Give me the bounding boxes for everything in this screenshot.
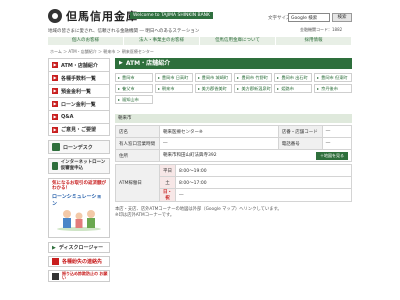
area-link[interactable]: 福知山市 (115, 95, 153, 104)
hours-day: 平日 (159, 164, 176, 177)
arrow-right-icon: ▶ (52, 114, 58, 120)
sidebar-item-label: ATM・店舗紹介 (61, 62, 98, 69)
disclosure-label: ディスクロージャー (58, 245, 104, 251)
store-name-label: 店名 (115, 125, 160, 138)
nav-recruit[interactable]: 採用情報 (276, 37, 352, 45)
page-title: ▶ ATM・店舗紹介 (115, 58, 352, 69)
hours-day: 土 (159, 176, 176, 189)
atm-hours-label: ATM稼働日 (115, 164, 160, 202)
address-cell: 朝来市和田山町法興寺392 ＋地図を見る (159, 149, 352, 162)
fraud-warning-label: 振り込め詐欺防止の お願い (62, 270, 108, 280)
arrow-right-icon: ▶ (52, 62, 58, 68)
sidebar: ▶ ATM・店舗紹介 ▶ 各種手数料一覧 ▶ 預金金利一覧 ▶ ローン金利一覧 ▶ Q&A… (48, 58, 110, 282)
search-button[interactable]: 検索 (332, 13, 352, 22)
store-info-table: 店名 朝来医療センター※ 店番・店舗コード ― 有人窓口営業時間 ― 電話番号 … (115, 125, 353, 162)
hours-time: ― (175, 188, 352, 202)
sidebar-item-fees[interactable]: ▶ 各種手数料一覧 (48, 71, 110, 84)
area-link[interactable]: 美方郡新温泉町 (234, 84, 273, 93)
area-link[interactable]: 朝来市 (154, 84, 193, 93)
area-link[interactable]: 豊岡市 (115, 73, 153, 82)
view-map-button[interactable]: ＋地図を見る (316, 151, 348, 160)
lost-contact-banner[interactable]: 各種紛失の連絡先 (48, 256, 110, 267)
arrow-right-icon: ▶ (52, 126, 58, 133)
staffed-hours-value: ― (159, 137, 279, 150)
area-link[interactable]: 姫路市 (274, 84, 313, 93)
atm-note: ※印は店外ATMコーナーです。 (115, 213, 175, 218)
loan-desk-banner[interactable]: ローンデスク (48, 140, 110, 154)
area-link[interactable]: 豊岡市 城崎町 (194, 73, 233, 82)
house-icon (52, 143, 60, 151)
area-link[interactable]: 養父市 (115, 84, 153, 93)
triangle-icon: ▶ (52, 244, 56, 251)
alert-icon (52, 258, 59, 265)
promo-title: 気になるお取引の返済額がわかる！ (52, 181, 106, 191)
area-link[interactable]: 美方郡香美町 (194, 84, 233, 93)
triangle-icon: ▶ (119, 60, 123, 66)
store-code-label: 店番・店舗コード (277, 125, 323, 138)
sidebar-item-label: Q&A (61, 114, 74, 120)
area-link[interactable]: 豊岡市 出石町 (274, 73, 313, 82)
sidebar-item-label: 預金金利一覧 (61, 88, 92, 95)
sidebar-item-loan-rates[interactable]: ▶ ローン金利一覧 (48, 97, 110, 110)
address-value: 朝来市和田山町法興寺392 (163, 152, 217, 158)
hours-time: 8:00〜19:00 (175, 164, 352, 177)
bank-logo-text[interactable]: 但馬信用金庫 (66, 8, 138, 24)
sidebar-item-qa[interactable]: ▶ Q&A (48, 110, 110, 123)
arrow-right-icon: ▶ (52, 75, 58, 81)
loan-simulation-banner[interactable]: 気になるお取引の返済額がわかる！ ローンシミュレーション (48, 178, 110, 238)
fraud-warning-banner[interactable]: 振り込め詐欺防止の お願い (48, 270, 110, 282)
store-code-value: ― (321, 125, 353, 138)
bank-logo-english: Welcome to TAJIMA SHINKIN BANK (130, 12, 213, 19)
area-link[interactable]: 豊岡市 竹野町 (234, 73, 273, 82)
bank-code: 金融機関コード：1882 (300, 27, 343, 32)
hours-day: 日・祝 (159, 188, 176, 202)
sidebar-item-label: 各種手数料一覧 (61, 75, 97, 82)
disclosure-link[interactable]: ▶ ディスクロージャー (48, 242, 110, 253)
notes: 本店・支店、店外ATMコーナーの地図は外部（Google マップ）へリンクしてい… (115, 207, 352, 219)
global-nav: 個人のお客様 法人・事業主のお客様 但馬信用金庫について 採用情報 (48, 37, 352, 45)
internet-loan-label: インターネットローン 仮審査申込 (60, 160, 106, 171)
phone-value: ― (321, 137, 353, 150)
area-link[interactable]: 豊岡市 但東町 (314, 73, 352, 82)
sidebar-item-atm[interactable]: ▶ ATM・店舗紹介 (48, 58, 110, 71)
store-name-value: 朝来医療センター (163, 129, 199, 135)
nav-personal[interactable]: 個人のお客様 (48, 37, 124, 45)
page-title-text: ATM・店舗紹介 (125, 60, 171, 67)
arrow-right-icon: ▶ (52, 88, 58, 94)
family-illustration-icon (57, 210, 101, 231)
main-content: ▶ ATM・店舗紹介 豊岡市 豊岡市 日高町 豊岡市 城崎町 豊岡市 竹野町 豊岡… (115, 58, 353, 219)
site-tagline: 地域の皆さまに愛され、信頼される金融機関 ― 明日へのあるステーション (48, 29, 200, 34)
area-link[interactable]: 京丹後市 (314, 84, 352, 93)
breadcrumb: ホーム ＞ ATM・店舗紹介 ＞ 朝来市 ＞ 朝来医療センター (50, 49, 154, 54)
arrow-right-icon: ▶ (52, 101, 58, 107)
internet-loan-banner[interactable]: インターネットローン 仮審査申込 (48, 158, 110, 174)
sidebar-item-feedback[interactable]: ▶ ご意見・ご要望 (48, 123, 110, 136)
search-input[interactable]: Google 検索 (288, 13, 330, 22)
nav-about[interactable]: 但馬信用金庫について (200, 37, 276, 45)
hours-time: 8:00〜17:00 (175, 176, 352, 189)
nav-business[interactable]: 法人・事業主のお客様 (124, 37, 200, 45)
address-label: 住所 (115, 149, 160, 162)
computer-icon (52, 162, 58, 170)
area-list: 豊岡市 豊岡市 日高町 豊岡市 城崎町 豊岡市 竹野町 豊岡市 出石町 豊岡市 … (115, 73, 352, 104)
section-heading: 朝来市 (115, 114, 352, 123)
sidebar-item-label: ご意見・ご要望 (61, 127, 97, 133)
area-link[interactable]: 豊岡市 日高町 (154, 73, 193, 82)
lost-contact-label: 各種紛失の連絡先 (62, 259, 103, 265)
phone-icon (52, 272, 59, 280)
store-name-suffix: ※ (199, 129, 203, 135)
bank-logo-icon[interactable] (48, 9, 62, 23)
sidebar-item-label: ローン金利一覧 (61, 101, 96, 108)
staffed-hours-label: 有人窓口営業時間 (115, 137, 160, 150)
sidebar-item-deposit-rates[interactable]: ▶ 預金金利一覧 (48, 84, 110, 97)
atm-hours-table: ATM稼働日 平日 8:00〜19:00 土 8:00〜17:00 日・祝 ― (115, 164, 352, 202)
phone-label: 電話番号 (277, 137, 323, 150)
store-name-cell: 朝来医療センター※ (159, 125, 279, 138)
loan-desk-label: ローンデスク (63, 144, 93, 151)
